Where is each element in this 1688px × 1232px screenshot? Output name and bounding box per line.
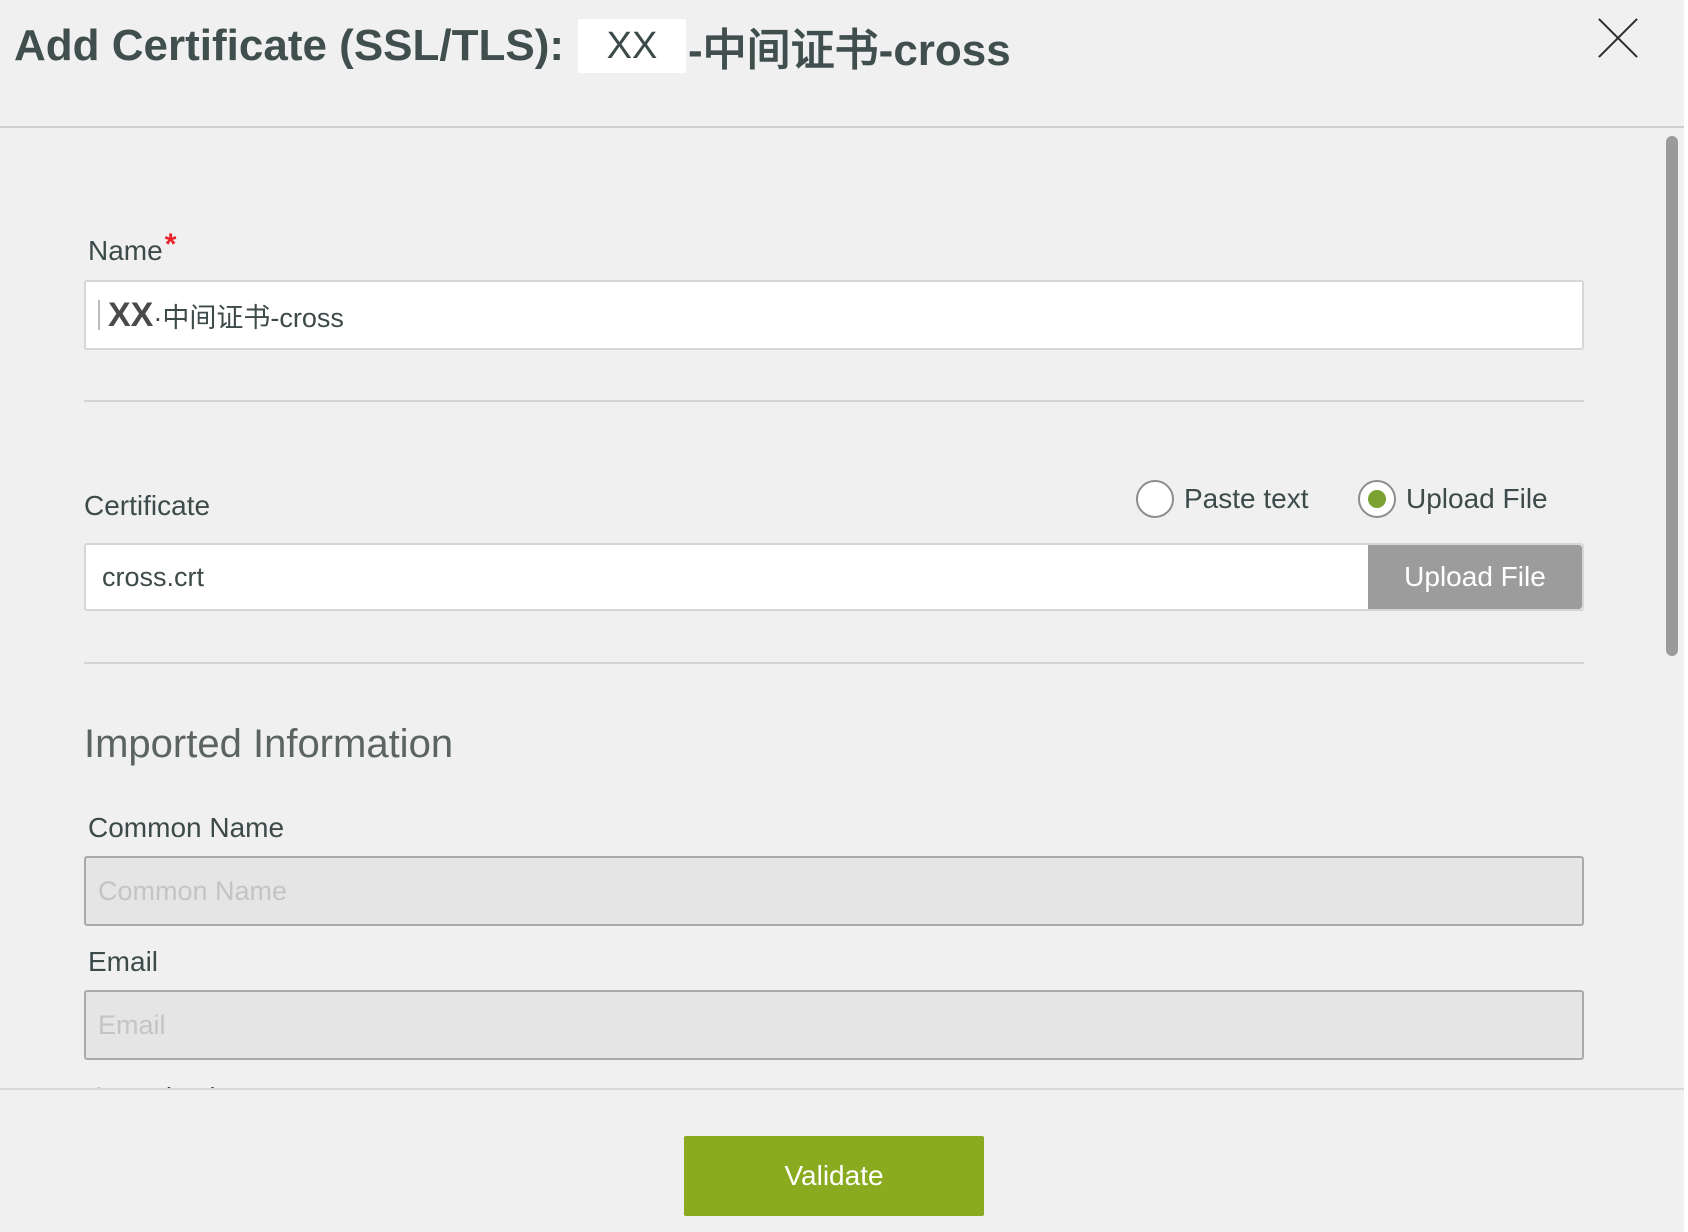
- common-name-field[interactable]: Common Name: [84, 856, 1584, 926]
- scrollbar-thumb[interactable]: [1666, 136, 1678, 656]
- divider: [84, 400, 1584, 402]
- divider: [84, 662, 1584, 664]
- common-name-label: Common Name: [88, 812, 285, 843]
- dialog-header: Add Certificate (SSL/TLS): XX -中间证书-cros…: [0, 0, 1684, 128]
- upload-file-button[interactable]: Upload File: [1368, 545, 1582, 609]
- dialog-footer: Validate: [0, 1088, 1684, 1232]
- name-label: Name*: [88, 228, 176, 268]
- name-value-suffix: ·中间证书-cross: [153, 302, 344, 333]
- name-input[interactable]: XX ·中间证书-cross: [84, 280, 1584, 350]
- name-value-redacted: XX: [98, 298, 153, 332]
- radio-upload-file-label: Upload File: [1406, 483, 1548, 514]
- certificate-label: Certificate: [84, 490, 211, 521]
- radio-paste-text-label: Paste text: [1184, 483, 1309, 514]
- radio-checked-icon[interactable]: [1358, 480, 1396, 518]
- close-icon[interactable]: [1596, 16, 1640, 60]
- imported-information-heading: Imported Information: [84, 722, 454, 766]
- add-certificate-dialog: Add Certificate (SSL/TLS): XX -中间证书-cros…: [0, 0, 1684, 1232]
- validate-button[interactable]: Validate: [684, 1136, 984, 1216]
- name-label-text: Name: [88, 235, 163, 266]
- common-name-placeholder: Common Name: [98, 875, 288, 906]
- dialog-title: Add Certificate (SSL/TLS): XX -中间证书-cros…: [14, 18, 1011, 75]
- radio-upload-file[interactable]: Upload File: [1358, 480, 1548, 518]
- radio-paste-text[interactable]: Paste text: [1136, 480, 1309, 518]
- dialog-title-suffix: -中间证书-cross: [688, 26, 1011, 75]
- dialog-scrollbar[interactable]: [1664, 132, 1680, 1088]
- dialog-title-prefix: Add Certificate (SSL/TLS):: [14, 21, 565, 70]
- radio-unchecked-icon[interactable]: [1136, 480, 1174, 518]
- email-field[interactable]: Email: [84, 990, 1584, 1060]
- required-marker: *: [164, 228, 177, 261]
- certificate-file-input[interactable]: cross.crt: [84, 543, 1584, 611]
- certificate-file-name: cross.crt: [102, 561, 205, 592]
- email-placeholder: Email: [98, 1009, 166, 1040]
- dialog-title-redacted: XX: [578, 19, 687, 73]
- email-label: Email: [88, 946, 159, 977]
